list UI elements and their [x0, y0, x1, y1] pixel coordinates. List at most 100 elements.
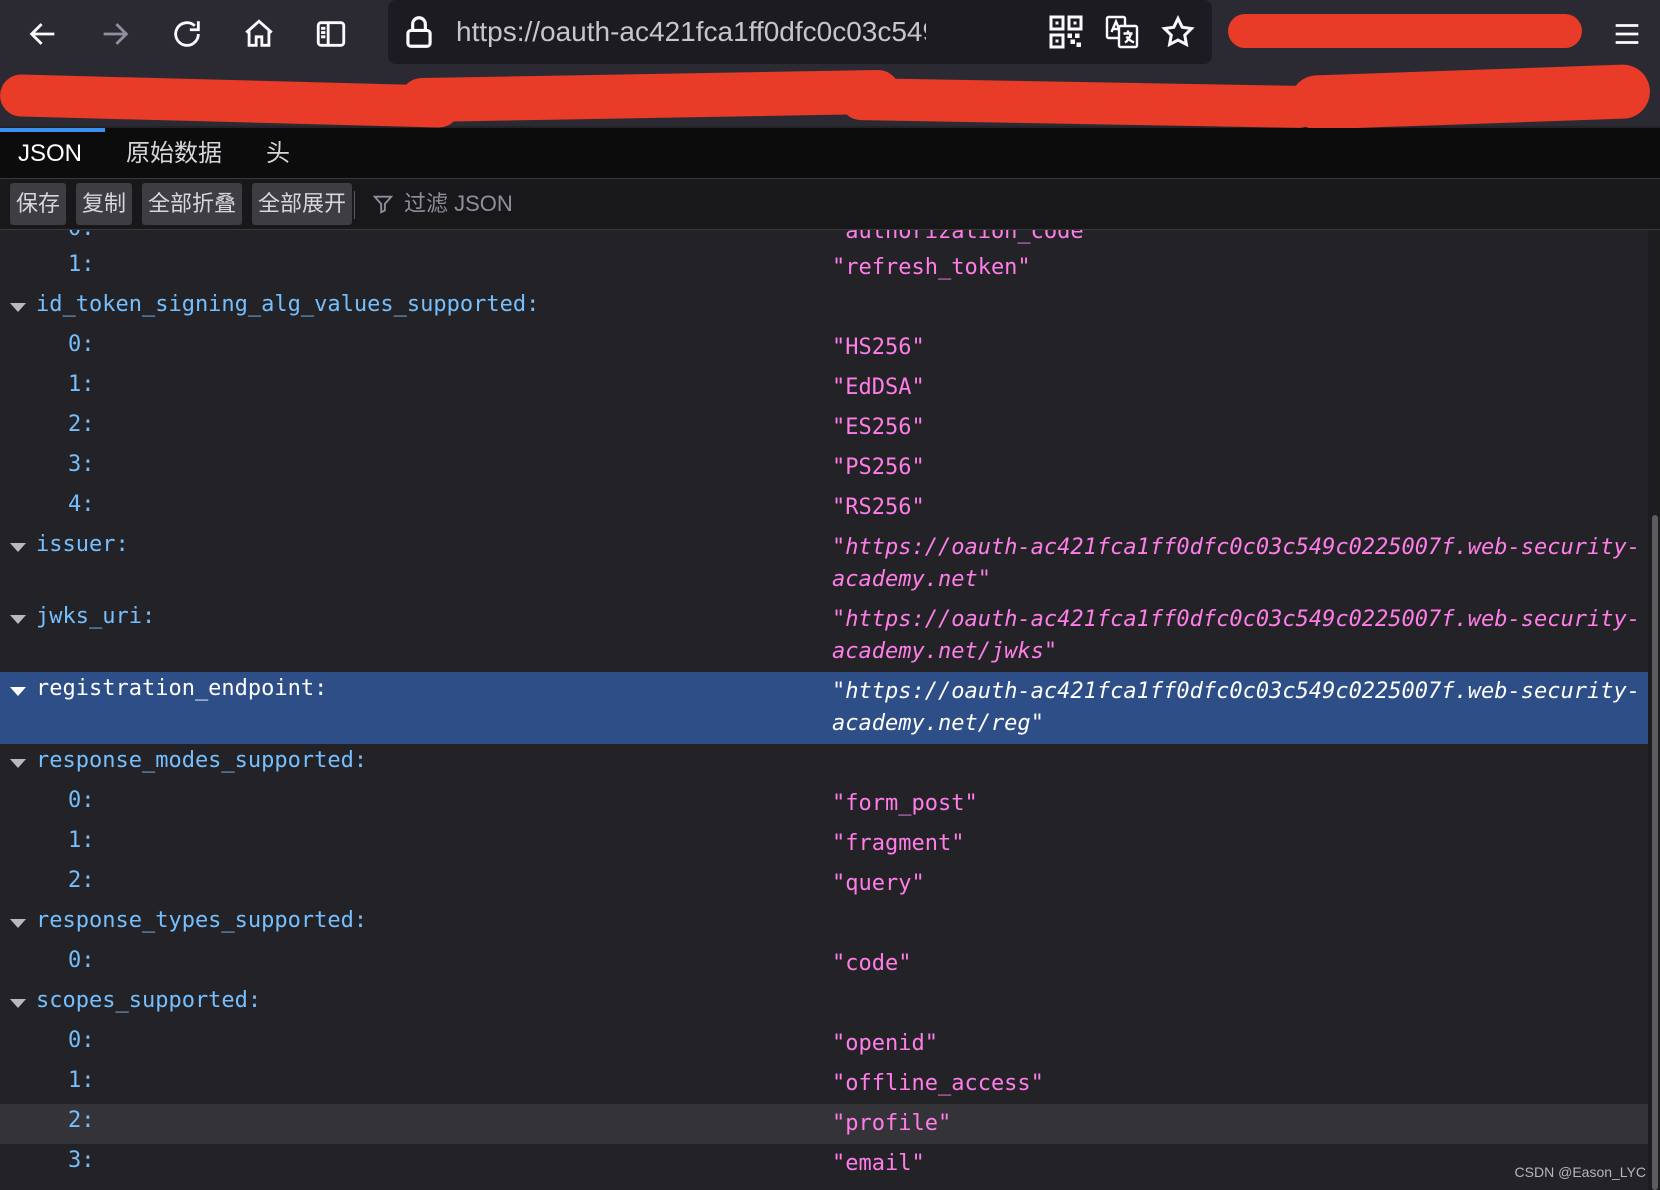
array-index: 0:: [68, 332, 95, 357]
object-key: issuer:: [36, 532, 129, 557]
json-toolbar: 保存 复制 全部折叠 全部展开 过滤 JSON: [0, 179, 1660, 230]
url-text: https://oauth-ac421fca1ff0dfc0c03c549c02…: [832, 535, 1640, 592]
bookmark-star-icon[interactable]: [1160, 14, 1196, 50]
string-value: "code": [832, 951, 912, 976]
tree-row-registration-endpoint[interactable]: registration_endpoint: "https://oauth-ac…: [0, 672, 1648, 744]
tree-row-jwks-uri[interactable]: jwks_uri: "https://oauth-ac421fca1ff0dfc…: [0, 600, 1648, 672]
redaction-mark: [1228, 14, 1582, 48]
string-value: "authorization_code": [832, 230, 1097, 244]
array-index: 4:: [68, 492, 95, 517]
expand-toggle-icon[interactable]: [10, 303, 26, 312]
object-key: scopes_supported:: [36, 988, 262, 1013]
qr-code-icon[interactable]: [1048, 14, 1084, 50]
tree-row[interactable]: 1: "EdDSA": [0, 368, 1648, 408]
array-index: 2:: [68, 412, 95, 437]
bookmarks-bar: [0, 63, 1660, 131]
redaction-mark: [839, 77, 1321, 129]
expand-toggle-icon[interactable]: [10, 999, 26, 1008]
url-text[interactable]: https://oauth-ac421fca1ff0dfc0c03c549c02…: [456, 14, 926, 50]
string-value: "profile": [832, 1111, 952, 1136]
object-key: registration_endpoint:: [36, 676, 328, 701]
array-index: 3:: [68, 452, 95, 477]
array-index: 2:: [68, 1108, 95, 1133]
tree-row-issuer[interactable]: issuer: "https://oauth-ac421fca1ff0dfc0c…: [0, 528, 1648, 600]
tree-row-scopes[interactable]: scopes_supported:: [0, 984, 1648, 1024]
tree-row[interactable]: 2: "query": [0, 864, 1648, 904]
object-key: jwks_uri:: [36, 604, 156, 629]
tree-row[interactable]: 2: "profile": [0, 1104, 1648, 1144]
redaction-mark: [399, 69, 901, 123]
watermark: CSDN @Eason_LYC: [1514, 1164, 1646, 1180]
expand-toggle-icon[interactable]: [10, 687, 26, 696]
array-index: 1:: [68, 1068, 95, 1093]
tree-row[interactable]: 3: "email": [0, 1144, 1648, 1184]
array-index: 1:: [68, 252, 95, 277]
url-value[interactable]: "https://oauth-ac421fca1ff0dfc0c03c549c0…: [832, 676, 1648, 740]
string-value: "EdDSA": [832, 375, 925, 400]
expand-toggle-icon[interactable]: [10, 759, 26, 768]
tab-headers[interactable]: 头: [266, 128, 290, 178]
reload-icon[interactable]: [164, 12, 210, 56]
expand-toggle-icon[interactable]: [10, 615, 26, 624]
object-key: response_modes_supported:: [36, 748, 368, 773]
active-tab-indicator: [0, 128, 105, 132]
lock-icon[interactable]: [400, 13, 438, 51]
tree-row[interactable]: 4: "RS256": [0, 488, 1648, 528]
scrollbar-thumb[interactable]: [1652, 515, 1658, 1190]
tree-row[interactable]: 3: "PS256": [0, 448, 1648, 488]
string-value: "form_post": [832, 791, 978, 816]
redaction-mark: [0, 73, 461, 129]
string-value: "openid": [832, 1031, 938, 1056]
tree-row[interactable]: 1: "offline_access": [0, 1064, 1648, 1104]
url-bar[interactable]: https://oauth-ac421fca1ff0dfc0c03c549c02…: [388, 0, 1212, 64]
url-text: https://oauth-ac421fca1ff0dfc0c03c549c02…: [832, 607, 1640, 664]
translate-icon[interactable]: [1104, 14, 1140, 50]
menu-icon[interactable]: [1604, 12, 1650, 56]
filter-json-input[interactable]: 过滤 JSON: [372, 183, 513, 225]
object-key: id_token_signing_alg_values_supported:: [36, 292, 540, 317]
browser-toolbar: https://oauth-ac421fca1ff0dfc0c03c549c02…: [0, 0, 1660, 68]
tree-row[interactable]: 2: "ES256": [0, 408, 1648, 448]
string-value: "fragment": [832, 831, 965, 856]
array-index: 3:: [68, 1148, 95, 1173]
url-text: https://oauth-ac421fca1ff0dfc0c03c549c02…: [832, 679, 1640, 736]
tree-row[interactable]: 0: "code": [0, 944, 1648, 984]
tree-row-id-token-signing[interactable]: id_token_signing_alg_values_supported:: [0, 288, 1648, 328]
array-index: 0:: [68, 788, 95, 813]
string-value: "ES256": [832, 415, 925, 440]
tree-row[interactable]: 0: "form_post": [0, 784, 1648, 824]
tree-row[interactable]: 1: "fragment": [0, 824, 1648, 864]
tab-raw-data[interactable]: 原始数据: [126, 128, 222, 178]
string-value: "PS256": [832, 455, 925, 480]
object-key: response_types_supported:: [36, 908, 368, 933]
back-icon[interactable]: [20, 12, 66, 56]
string-value: "RS256": [832, 495, 925, 520]
string-value: "query": [832, 871, 925, 896]
filter-placeholder: 过滤 JSON: [404, 191, 513, 216]
url-value[interactable]: "https://oauth-ac421fca1ff0dfc0c03c549c0…: [832, 604, 1648, 668]
tree-row[interactable]: 1: "refresh_token": [0, 248, 1648, 288]
forward-icon[interactable]: [92, 12, 138, 56]
expand-toggle-icon[interactable]: [10, 919, 26, 928]
sidebar-icon[interactable]: [308, 12, 354, 56]
tab-json[interactable]: JSON: [18, 128, 82, 178]
collapse-all-button[interactable]: 全部折叠: [142, 183, 243, 225]
viewer-tabs: JSON 原始数据 头: [0, 128, 1660, 179]
tree-row[interactable]: 0: "openid": [0, 1024, 1648, 1064]
tree-row-response-types[interactable]: response_types_supported:: [0, 904, 1648, 944]
tree-row-response-modes[interactable]: response_modes_supported:: [0, 744, 1648, 784]
save-button[interactable]: 保存: [10, 183, 67, 225]
string-value: "HS256": [832, 335, 925, 360]
home-icon[interactable]: [236, 12, 282, 56]
array-index: 2:: [68, 868, 95, 893]
array-index: 1:: [68, 372, 95, 397]
copy-button[interactable]: 复制: [76, 183, 133, 225]
tree-row[interactable]: 0: "HS256": [0, 328, 1648, 368]
expand-all-button[interactable]: 全部展开: [252, 183, 353, 225]
array-index: 0:: [68, 230, 95, 241]
toolbar-separator: [354, 191, 355, 219]
json-tree: 0: "authorization_code" 1: "refresh_toke…: [0, 230, 1648, 1190]
url-value[interactable]: "https://oauth-ac421fca1ff0dfc0c03c549c0…: [832, 532, 1648, 596]
expand-toggle-icon[interactable]: [10, 543, 26, 552]
string-value: "offline_access": [832, 1071, 1044, 1096]
